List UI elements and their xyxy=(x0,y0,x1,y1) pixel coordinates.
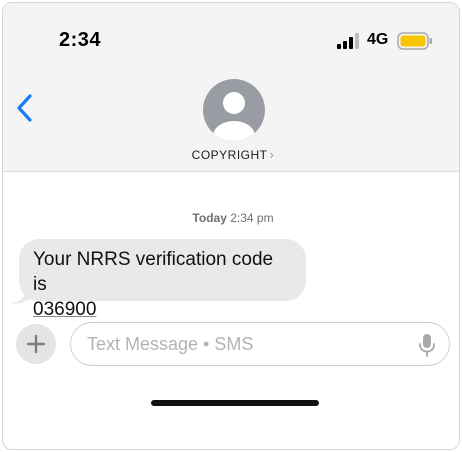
incoming-message-bubble[interactable]: Your NRRS verification code is 036900 xyxy=(19,239,306,320)
message-text: Your NRRS verification code is xyxy=(33,249,274,295)
timestamp-day: Today xyxy=(192,211,227,225)
chevron-left-icon xyxy=(17,94,32,122)
home-indicator[interactable] xyxy=(151,400,319,406)
battery-icon xyxy=(397,32,432,50)
contact-avatar[interactable] xyxy=(203,79,265,141)
microphone-icon[interactable] xyxy=(419,333,435,357)
conversation-header: 2:34 4G COPYRIGHT › xyxy=(3,3,459,172)
signal-bars-icon xyxy=(337,33,359,49)
chevron-right-icon: › xyxy=(269,147,275,162)
verification-code-link[interactable]: 036900 xyxy=(33,299,96,320)
contact-name-button[interactable]: COPYRIGHT › xyxy=(3,147,459,162)
message-input-placeholder: Text Message • SMS xyxy=(87,334,254,354)
back-button[interactable] xyxy=(13,93,37,123)
message-input-field[interactable]: Text Message • SMS xyxy=(70,322,450,366)
plus-icon xyxy=(27,335,45,353)
status-time: 2:34 xyxy=(59,29,102,51)
message-timestamp: Today 2:34 pm xyxy=(3,211,459,225)
phone-screen: 2:34 4G COPYRIGHT › Today 2:34 pm Your N… xyxy=(2,2,460,450)
add-attachment-button[interactable] xyxy=(16,324,56,364)
contact-name: COPYRIGHT xyxy=(191,148,268,162)
timestamp-time: 2:34 pm xyxy=(230,211,274,225)
network-type: 4G xyxy=(367,31,389,48)
